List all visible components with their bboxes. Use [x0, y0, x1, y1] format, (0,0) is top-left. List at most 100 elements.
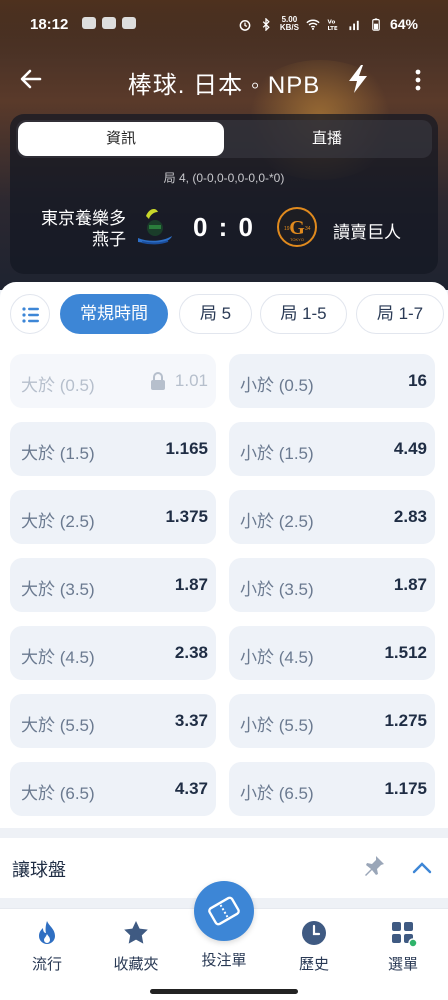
odds-under-label: 小於 (4.5) [240, 648, 314, 667]
odds-under-label: 小於 (1.5) [240, 444, 314, 463]
nav-menu[interactable]: 選單 [363, 919, 443, 974]
network-speed: 5.00 KB/S [280, 16, 299, 32]
match-card: 資訊 直播 局 4, (0-0,0-0,0-0,0-*0) 東京養樂多 燕子 0 … [10, 114, 438, 274]
odds-under-value: 2.83 [393, 507, 427, 526]
over-under-odds-grid: 大於 (0.5) 1.01 小於 (0.5) 16 大於 (1.5) 1.165… [0, 344, 448, 828]
betslip-fab[interactable] [194, 881, 254, 941]
odds-over-cell[interactable]: 大於 (4.5) 2.38 [10, 626, 216, 680]
odds-over-value: 4.37 [174, 779, 208, 798]
odds-under-value: 1.275 [384, 711, 427, 730]
battery-icon [372, 17, 380, 31]
svg-text:LTE: LTE [327, 26, 337, 31]
odds-under-cell[interactable]: 小於 (3.5) 1.87 [229, 558, 435, 612]
giants-logo-city: TOKYO [290, 237, 304, 242]
line-app-icon [82, 17, 96, 29]
notification-icons [82, 17, 136, 29]
odds-over-cell[interactable]: 大於 (5.5) 3.37 [10, 694, 216, 748]
odds-under-value: 4.49 [393, 439, 427, 458]
odds-over-label: 大於 (2.5) [21, 512, 95, 531]
nav-betslip[interactable]: 投注單 [184, 949, 264, 970]
svg-text:Vo: Vo [327, 19, 335, 25]
odds-over-value: 3.37 [174, 711, 208, 730]
nav-betslip-label: 投注單 [201, 952, 247, 969]
odds-under-cell[interactable]: 小於 (6.5) 1.175 [229, 762, 435, 816]
nav-favorites-label: 收藏夾 [113, 956, 159, 973]
odds-under-cell[interactable]: 小於 (2.5) 2.83 [229, 490, 435, 544]
odds-over-value: 1.375 [165, 507, 208, 526]
odds-over-value: 2.38 [174, 643, 208, 662]
status-right: 5.00 KB/S Vo LTE 64% [238, 16, 418, 32]
market-list-button[interactable] [10, 294, 50, 334]
flame-icon [39, 921, 55, 944]
odds-under-label: 小於 (6.5) [240, 784, 314, 803]
info-live-toggle: 資訊 直播 [16, 120, 432, 158]
giants-logo-year-left: 19 [284, 226, 290, 232]
odds-over-label: 大於 (0.5) [21, 376, 95, 395]
page-title: 棒球. 日本 ◦ NPB [127, 72, 321, 99]
odds-under-label: 小於 (2.5) [240, 512, 314, 531]
odds-under-value: 1.512 [384, 643, 427, 662]
alarm-icon [239, 19, 251, 31]
odds-over-label: 大於 (6.5) [21, 784, 95, 803]
battery-percent: 64% [389, 16, 418, 32]
more-vert-icon[interactable] [408, 68, 428, 92]
home-indicator [150, 989, 298, 994]
clock-icon [302, 921, 326, 945]
list-icon [22, 307, 39, 323]
nav-trending-label: 流行 [31, 956, 62, 973]
bottom-navigation: 流行 收藏夾 投注單 歷史 選單 [0, 881, 448, 1000]
status-time: 18:12 [30, 16, 69, 33]
tab-info[interactable]: 資訊 [18, 122, 224, 156]
volte-icon: VoLTE [327, 19, 337, 31]
odds-under-value: 1.87 [393, 575, 427, 594]
ticket-icon [208, 896, 240, 926]
odds-over-label: 大於 (5.5) [21, 716, 95, 735]
spread-section-title: 讓球盤 [12, 860, 66, 880]
odds-over-label: 大於 (1.5) [21, 444, 95, 463]
giants-logo-icon: G 19 34 TOKYO [277, 207, 317, 247]
period-filter-bar: 常規時間 局 5 局 1-5 局 1-7 [0, 282, 448, 344]
odds-over-value: 1.165 [165, 439, 208, 458]
odds-over-cell[interactable]: 大於 (2.5) 1.375 [10, 490, 216, 544]
odds-over-cell[interactable]: 大於 (3.5) 1.87 [10, 558, 216, 612]
odds-under-cell[interactable]: 小於 (1.5) 4.49 [229, 422, 435, 476]
grid-menu-icon [392, 922, 417, 947]
incognito-icon [122, 17, 136, 29]
odds-over-label: 大於 (4.5) [21, 648, 95, 667]
filter-regular-time[interactable]: 常規時間 [60, 294, 168, 334]
nav-trending[interactable]: 流行 [7, 919, 87, 974]
odds-under-label: 小於 (3.5) [240, 580, 314, 599]
nav-history[interactable]: 歷史 [274, 919, 354, 974]
odds-over-cell[interactable]: 大於 (1.5) 1.165 [10, 422, 216, 476]
odds-over-value: 1.01 [174, 371, 208, 390]
odds-over-label: 大於 (3.5) [21, 580, 95, 599]
odds-over-value: 1.87 [174, 575, 208, 594]
filter-inning-1-5[interactable]: 局 1-5 [260, 294, 347, 334]
giants-logo-year-right: 34 [305, 226, 311, 232]
bolt-icon[interactable] [344, 64, 372, 94]
match-header: 18:12 5.00 KB/S VoLTE 64% 棒球. 日本 ◦ NPB [0, 0, 448, 290]
nav-favorites[interactable]: 收藏夾 [96, 919, 176, 974]
bluetooth-icon [262, 17, 270, 31]
pin-icon[interactable] [362, 854, 386, 878]
odds-under-cell[interactable]: 小於 (0.5) 16 [229, 354, 435, 408]
tab-live[interactable]: 直播 [224, 122, 430, 156]
odds-over-cell[interactable]: 大於 (6.5) 4.37 [10, 762, 216, 816]
lock-icon [151, 372, 165, 390]
filter-inning-1-7[interactable]: 局 1-7 [356, 294, 444, 334]
odds-under-label: 小於 (5.5) [240, 716, 314, 735]
filter-inning-5[interactable]: 局 5 [179, 294, 252, 334]
nav-history-label: 歷史 [298, 956, 329, 973]
odds-under-cell[interactable]: 小於 (4.5) 1.512 [229, 626, 435, 680]
inning-info: 局 4, (0-0,0-0,0-0,0-*0) [163, 171, 285, 185]
match-score: 0 : 0 [192, 212, 256, 242]
odds-under-cell[interactable]: 小於 (5.5) 1.275 [229, 694, 435, 748]
giants-logo-letter: G [289, 217, 305, 239]
home-team-name: 東京養樂多 燕子 [41, 209, 126, 249]
star-icon [124, 921, 148, 944]
signal-icon [349, 20, 359, 30]
wifi-icon [306, 19, 320, 30]
odds-under-value: 16 [408, 371, 427, 390]
chevron-up-icon[interactable] [410, 858, 434, 876]
odds-under-label: 小於 (0.5) [240, 376, 314, 395]
